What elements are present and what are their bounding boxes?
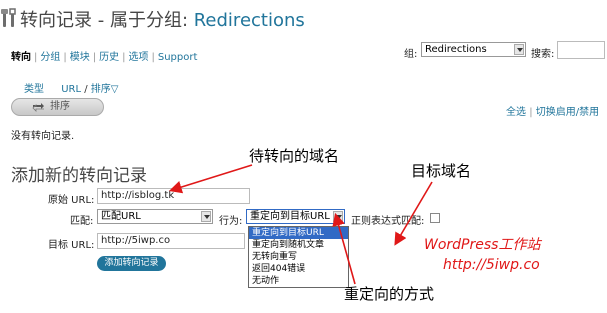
arrow-to-action-select [332, 212, 356, 285]
arrow-to-target-url [394, 181, 433, 246]
annotation-arrows [168, 164, 433, 285]
arrow-to-source-url [168, 164, 253, 194]
